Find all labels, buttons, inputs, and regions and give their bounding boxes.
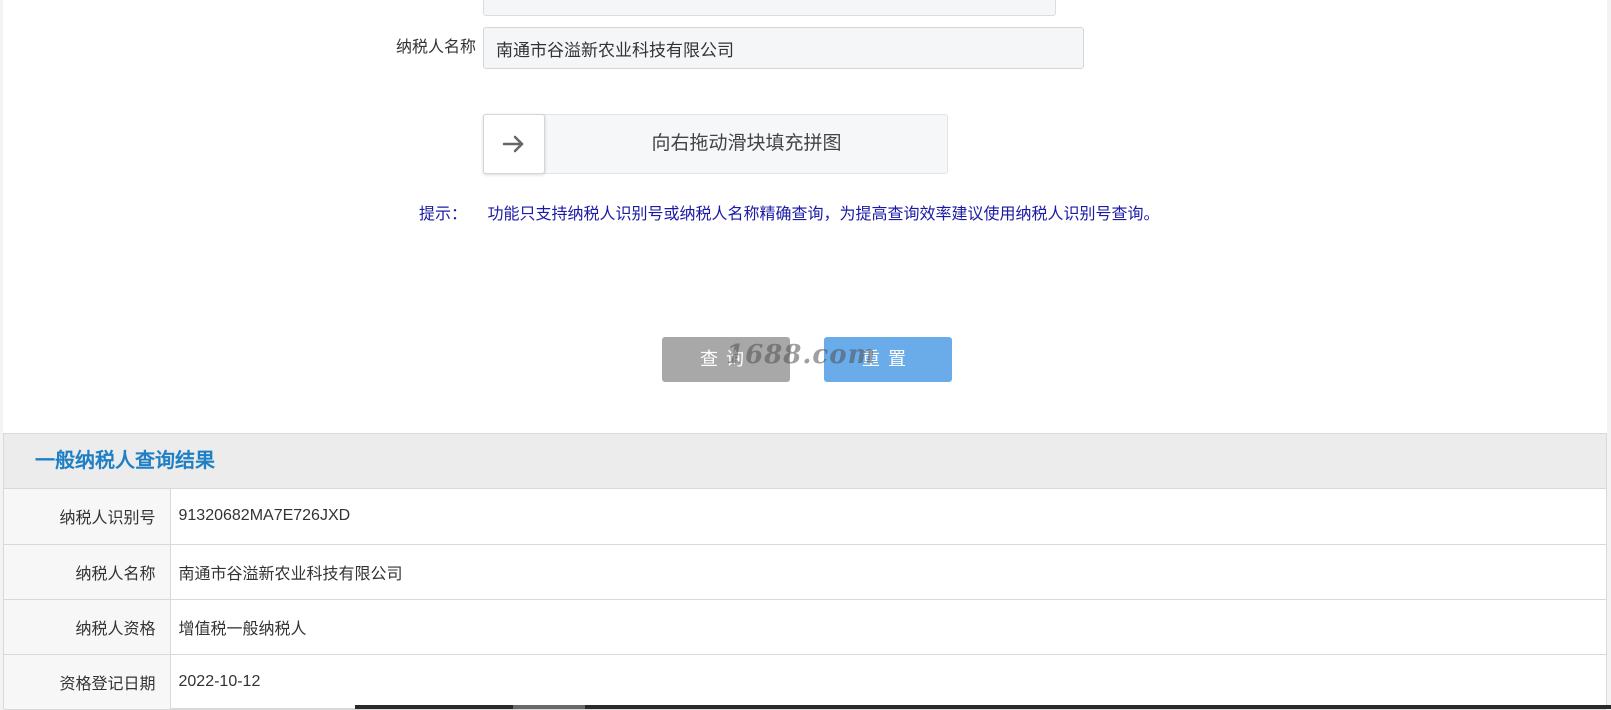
arrow-right-icon [502,135,524,153]
row-value: 91320682MA7E726JXD [170,489,1606,545]
table-row: 资格登记日期 2022-10-12 [4,654,1606,710]
table-row: 纳税人资格 增值税一般纳税人 [4,599,1606,655]
taxpayer-id-input[interactable] [483,0,1056,16]
result-panel: 一般纳税人查询结果 纳税人识别号 91320682MA7E726JXD 纳税人名… [3,433,1607,710]
row-label: 纳税人名称 [4,544,171,600]
table-row: 纳税人识别号 91320682MA7E726JXD [4,489,1606,545]
row-label: 纳税人识别号 [4,489,171,545]
result-title: 一般纳税人查询结果 [4,434,1606,489]
bottom-scrollbar-thumb[interactable] [513,705,585,709]
slider-captcha[interactable]: 向右拖动滑块填充拼图 [483,114,948,174]
slider-handle[interactable] [483,114,545,174]
slider-instruction: 向右拖动滑块填充拼图 [651,133,842,154]
taxpayer-name-input[interactable] [483,27,1084,69]
tip-label: 提示： [419,206,468,223]
row-label: 资格登记日期 [4,654,171,710]
row-value: 2022-10-12 [170,654,1606,710]
row-label: 纳税人资格 [4,599,171,655]
taxpayer-name-label: 纳税人名称 [395,39,476,56]
result-table: 纳税人识别号 91320682MA7E726JXD 纳税人名称 南通市谷溢新农业… [4,489,1606,710]
row-value: 增值税一般纳税人 [170,599,1606,655]
row-value: 南通市谷溢新农业科技有限公司 [170,544,1606,600]
tip-notice: 提示： 功能只支持纳税人识别号或纳税人名称精确查询，为提高查询效率建议使用纳税人… [419,204,1159,226]
table-row: 纳税人名称 南通市谷溢新农业科技有限公司 [4,544,1606,600]
watermark: 1688.com [726,340,877,370]
tip-text: 功能只支持纳税人识别号或纳税人名称精确查询，为提高查询效率建议使用纳税人识别号查… [487,206,1160,223]
